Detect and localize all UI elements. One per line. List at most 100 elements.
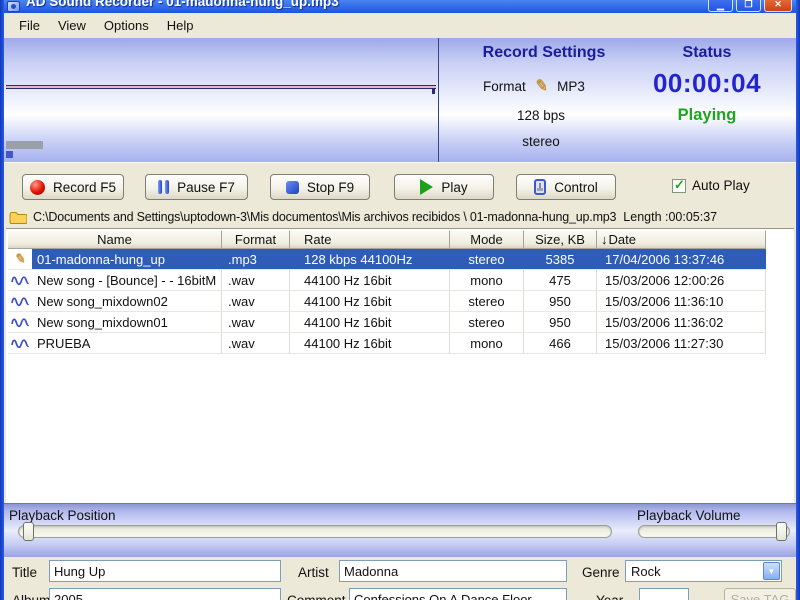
playback-position-thumb[interactable]: [23, 522, 34, 541]
close-button[interactable]: ✕: [764, 0, 792, 12]
format-row: Format ✎ MP3: [483, 76, 585, 96]
chevron-down-icon: ▼: [767, 566, 776, 576]
row-date: 15/03/2006 11:27:30: [597, 333, 766, 353]
row-date: 15/03/2006 12:00:26: [597, 270, 766, 290]
column-header-format[interactable]: Format: [222, 230, 290, 249]
path-bar: C:\Documents and Settings\uptodown-3\Mis…: [4, 206, 796, 228]
row-size: 950: [524, 312, 597, 332]
waveform-line: [6, 85, 436, 89]
album-field[interactable]: [49, 588, 281, 600]
row-mode: stereo: [450, 249, 524, 269]
status-time: 00:00:04: [652, 68, 762, 98]
channel-mode-value: stereo: [522, 134, 560, 149]
upper-panel: Record Settings Status Format ✎ MP3 00:0…: [4, 38, 796, 162]
record-icon: [29, 179, 45, 195]
table-row[interactable]: PRUEBA .wav 44100 Hz 16bit mono 466 15/0…: [8, 333, 766, 354]
column-header-size[interactable]: Size, KB: [524, 230, 597, 249]
table-header: Name Format Rate Mode Size, KB ↓ Date: [8, 230, 766, 249]
save-tag-button[interactable]: Save TAG: [724, 588, 796, 600]
file-path: C:\Documents and Settings\uptodown-3\Mis…: [33, 210, 617, 224]
column-header-rate[interactable]: Rate: [290, 230, 450, 249]
row-name: PRUEBA: [32, 333, 222, 353]
pause-button[interactable]: Pause F7: [145, 174, 248, 200]
table-row[interactable]: New song - [Bounce] - - 16bitM .wav 4410…: [8, 270, 766, 291]
menu-file[interactable]: File: [10, 16, 49, 35]
table-body: ✎ 01-madonna-hung_up .mp3 128 kbps 44100…: [8, 249, 766, 354]
waveform-end-tick: [432, 88, 435, 94]
window-title: AD Sound Recorder - 01-madonna-hung_up.m…: [26, 0, 339, 9]
record-button[interactable]: Record F5: [22, 174, 124, 200]
year-field[interactable]: [639, 588, 689, 600]
row-rate: 44100 Hz 16bit: [290, 270, 450, 290]
waveform-scrollbar-thumb[interactable]: [6, 141, 43, 149]
app-window: AD Sound Recorder - 01-madonna-hung_up.m…: [0, 0, 800, 600]
control-icon: [534, 179, 547, 195]
sort-arrow-icon: ↓: [601, 232, 608, 247]
title-label: Title: [12, 565, 38, 580]
record-label: Record F5: [52, 179, 117, 195]
playback-volume-slider[interactable]: [638, 525, 790, 538]
control-button[interactable]: Control: [516, 174, 616, 200]
wave-file-icon: [11, 338, 29, 348]
genre-combobox[interactable]: Rock ▼: [625, 560, 782, 582]
file-length: Length :00:05:37: [623, 210, 718, 224]
menu-bar: File View Options Help: [4, 13, 796, 38]
playback-volume-thumb[interactable]: [776, 522, 787, 541]
stop-button[interactable]: Stop F9: [270, 174, 370, 200]
genre-label: Genre: [582, 565, 620, 580]
row-format: .mp3: [222, 249, 290, 269]
row-mode: stereo: [450, 291, 524, 311]
pause-icon: [158, 180, 170, 194]
row-format: .wav: [222, 333, 290, 353]
title-field[interactable]: [49, 560, 281, 582]
waveform-display: [4, 38, 438, 162]
table-row[interactable]: New song_mixdown01 .wav 44100 Hz 16bit s…: [8, 312, 766, 333]
row-size: 950: [524, 291, 597, 311]
menu-view[interactable]: View: [49, 16, 95, 35]
row-size: 466: [524, 333, 597, 353]
row-name: New song_mixdown02: [32, 291, 222, 311]
waveform-scrollbar-corner: [6, 151, 13, 158]
play-button[interactable]: Play: [394, 174, 494, 200]
artist-field[interactable]: [339, 560, 567, 582]
comment-field[interactable]: [349, 588, 567, 600]
minimize-icon: ▁: [717, 0, 724, 10]
close-icon: ✕: [774, 0, 782, 9]
autoplay-option: ✓ Auto Play: [672, 176, 750, 193]
window-border-right: [796, 0, 800, 600]
genre-dropdown-button[interactable]: ▼: [763, 562, 780, 580]
artist-label: Artist: [298, 565, 329, 580]
checkmark-icon: ✓: [674, 176, 685, 192]
status-state: Playing: [677, 106, 737, 124]
row-name: 01-madonna-hung_up: [32, 249, 222, 269]
row-format: .wav: [222, 312, 290, 332]
maximize-icon: ❐: [744, 0, 753, 9]
maximize-button[interactable]: ❐: [736, 0, 761, 12]
row-date: 15/03/2006 11:36:02: [597, 312, 766, 332]
format-edit-icon[interactable]: ✎: [533, 75, 550, 97]
table-row[interactable]: ✎ 01-madonna-hung_up .mp3 128 kbps 44100…: [8, 249, 766, 270]
column-header-name[interactable]: Name: [8, 230, 222, 249]
app-icon: [7, 1, 20, 12]
menu-options[interactable]: Options: [95, 16, 158, 35]
row-rate: 44100 Hz 16bit: [290, 291, 450, 311]
window-border-left: [0, 0, 4, 600]
mp3-file-icon: ✎: [13, 250, 27, 267]
table-row[interactable]: New song_mixdown02 .wav 44100 Hz 16bit s…: [8, 291, 766, 312]
wave-file-icon: [11, 296, 29, 306]
row-date: 17/04/2006 13:37:46: [597, 249, 766, 269]
row-rate: 44100 Hz 16bit: [290, 333, 450, 353]
column-header-date[interactable]: ↓ Date: [597, 230, 766, 249]
row-rate: 44100 Hz 16bit: [290, 312, 450, 332]
minimize-button[interactable]: ▁: [708, 0, 733, 12]
status-title: Status: [682, 44, 732, 61]
column-header-mode[interactable]: Mode: [450, 230, 524, 249]
stop-icon: [285, 180, 299, 194]
play-icon: [420, 179, 434, 195]
playback-position-slider[interactable]: [18, 525, 612, 538]
menu-help[interactable]: Help: [158, 16, 203, 35]
row-mode: mono: [450, 270, 524, 290]
autoplay-checkbox[interactable]: ✓: [672, 176, 686, 193]
row-name: New song - [Bounce] - - 16bitM: [32, 270, 222, 290]
transport-bar: Record F5 Pause F7 Stop F9 Play Control …: [4, 162, 796, 206]
